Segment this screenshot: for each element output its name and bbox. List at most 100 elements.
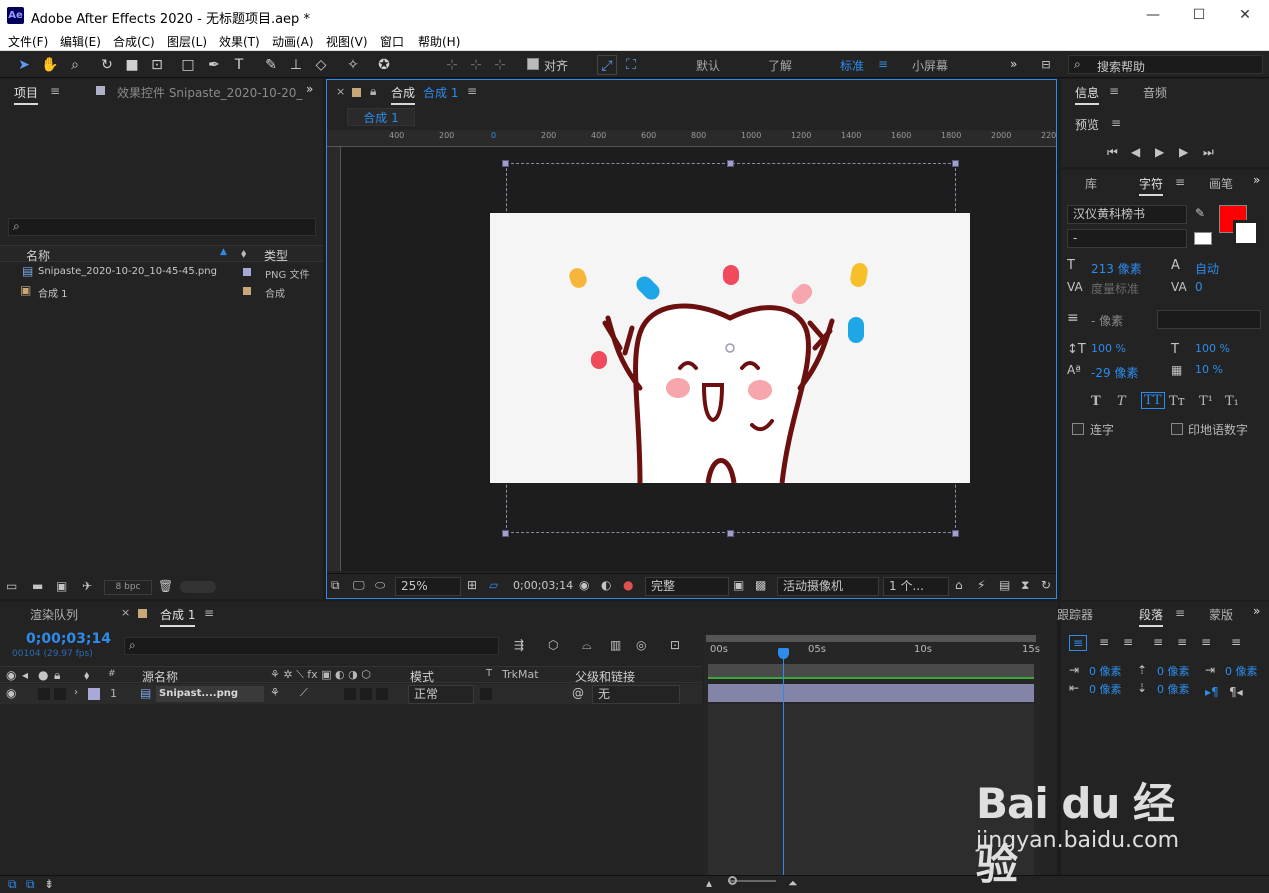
label-color-swatch[interactable] — [243, 268, 251, 276]
column-source-name[interactable]: 源名称 — [142, 668, 178, 685]
thumbnail-slider[interactable] — [180, 581, 216, 593]
project-menu-icon[interactable]: ≡ — [50, 84, 60, 98]
vertical-scale-value[interactable]: 100 % — [1091, 342, 1126, 355]
character-menu-icon[interactable]: ≡ — [1175, 175, 1185, 189]
type-tool-icon[interactable]: T — [229, 55, 249, 75]
tab-project[interactable]: 项目 — [14, 84, 39, 105]
eraser-tool-icon[interactable]: ◇ — [311, 55, 331, 75]
draft-3d-icon[interactable]: ⬡ — [548, 638, 558, 652]
minimize-button[interactable]: — — [1142, 5, 1164, 25]
switch-box[interactable] — [360, 688, 372, 700]
workspace-standard[interactable]: 标准 — [840, 57, 864, 74]
menu-window[interactable]: 窗口 — [380, 33, 404, 50]
previous-frame-icon[interactable]: ◀︎ — [1131, 145, 1140, 159]
playhead-handle[interactable] — [778, 648, 789, 659]
viewer-timecode[interactable]: 0;00;03;14 — [513, 579, 573, 592]
snap-checkbox[interactable] — [527, 58, 539, 70]
timeline-search-input[interactable]: ⌕ — [124, 637, 499, 655]
parent-dropdown[interactable]: 无 — [592, 685, 680, 704]
menu-edit[interactable]: 编辑(E) — [60, 33, 101, 50]
selection-tool-icon[interactable]: ➤ — [14, 55, 34, 75]
delete-icon[interactable]: 🗑 — [158, 579, 173, 593]
tab-audio[interactable]: 音频 — [1143, 84, 1167, 101]
bpc-button[interactable]: 8 bpc — [104, 580, 152, 595]
all-caps-button[interactable]: TT — [1141, 392, 1165, 409]
layer-switches-icon[interactable]: ⧉ — [8, 877, 17, 892]
transfer-controls-icon[interactable]: ⧉ — [26, 877, 35, 892]
audio-icon[interactable]: ◂ — [22, 668, 28, 682]
workspace-default[interactable]: 默认 — [696, 57, 720, 74]
layer-visibility-icon[interactable]: ◉ — [6, 686, 16, 700]
switch-box[interactable] — [376, 688, 388, 700]
lock-icon[interactable]: 🔒︎ — [370, 84, 376, 99]
solo-toggle[interactable] — [38, 688, 50, 700]
faux-italic-button[interactable]: T — [1117, 394, 1126, 409]
snapshot-icon[interactable]: ◉ — [579, 578, 589, 592]
justify-right-icon[interactable]: ≡ — [1197, 635, 1215, 649]
composition-menu-icon[interactable]: ≡ — [467, 84, 477, 98]
snap-features-icon[interactable]: ⛶ — [621, 55, 641, 75]
close-tab-icon[interactable]: × — [121, 606, 130, 619]
zoom-dropdown[interactable]: 25% — [395, 577, 461, 596]
reset-exposure-icon[interactable]: ↻ — [1041, 578, 1051, 592]
info-menu-icon[interactable]: ≡ — [1109, 84, 1119, 98]
monitor-icon[interactable]: 🖵 — [353, 578, 365, 593]
align-right-icon[interactable]: ≡ — [1119, 635, 1137, 649]
workspace-learn[interactable]: 了解 — [768, 57, 792, 74]
transform-handle[interactable] — [952, 160, 959, 167]
toggle-mask-icon[interactable]: ▱ — [489, 578, 498, 592]
default-colors-icon[interactable] — [1194, 232, 1212, 245]
layer-duration-bar[interactable] — [708, 684, 1034, 702]
horizontal-scale-value[interactable]: 100 % — [1195, 342, 1230, 355]
small-caps-button[interactable]: Tт — [1169, 394, 1185, 409]
composition-subtab[interactable]: 合成 1 — [347, 108, 415, 126]
views-dropdown[interactable]: 1 个... — [883, 577, 949, 596]
column-trkmat[interactable]: TrkMat — [502, 668, 539, 681]
tab-character[interactable]: 字符 — [1139, 175, 1164, 196]
paragraph-menu-icon[interactable]: ≡ — [1175, 606, 1185, 620]
tab-timeline-composition[interactable]: 合成 1 — [160, 606, 196, 627]
baseline-shift-value[interactable]: -29 像素 — [1091, 364, 1138, 381]
playhead[interactable] — [783, 648, 784, 875]
region-of-interest-icon[interactable]: ▣ — [733, 578, 744, 592]
menu-view[interactable]: 视图(V) — [326, 33, 368, 50]
composition-mini-flowchart-icon[interactable]: ⇶ — [514, 638, 524, 652]
lock-icon[interactable]: 🔒︎ — [54, 668, 60, 683]
close-tab-icon[interactable]: × — [336, 85, 345, 98]
last-frame-icon[interactable]: ⏭ — [1203, 145, 1214, 160]
expand-arrow-icon[interactable]: › — [74, 687, 78, 698]
camera-dropdown[interactable]: 活动摄像机 — [777, 577, 879, 596]
rotate-tool-icon[interactable]: ↻ — [97, 55, 117, 75]
new-composition-icon[interactable]: ▣ — [56, 579, 67, 593]
always-preview-icon[interactable]: ⧉ — [331, 578, 340, 593]
work-area-bar[interactable] — [706, 635, 1036, 642]
hide-shy-layers-icon[interactable]: ⌓ — [582, 638, 592, 653]
shy-switch-icon[interactable]: ⚘ — [270, 686, 280, 699]
preview-menu-icon[interactable]: ≡ — [1111, 116, 1121, 130]
justify-all-icon[interactable]: ≡ — [1227, 635, 1245, 649]
list-item[interactable]: ▣ 合成 1 合成 — [0, 282, 323, 301]
video-visibility-icon[interactable]: ◉ — [6, 668, 16, 682]
trkmat-toggle[interactable] — [480, 688, 492, 700]
layer-name[interactable]: Snipast....png — [156, 686, 264, 702]
first-frame-icon[interactable]: ⏮ — [1107, 145, 1118, 160]
close-button[interactable]: ✕ — [1234, 5, 1256, 25]
zoom-tool-icon[interactable]: ⌕ — [65, 55, 85, 75]
layout-icon[interactable]: ⌂ — [955, 578, 963, 592]
timeline-icon[interactable]: ▤ — [999, 578, 1010, 592]
rectangle-tool-icon[interactable]: □ — [178, 55, 198, 75]
tab-info[interactable]: 信息 — [1075, 84, 1100, 105]
next-frame-icon[interactable]: ▶︎ — [1179, 145, 1188, 159]
show-snapshot-icon[interactable]: ◐ — [601, 578, 611, 592]
zoom-in-icon[interactable]: ⏶ — [788, 876, 798, 891]
project-settings-icon[interactable]: ✈ — [82, 579, 92, 593]
workspace-menu-icon[interactable]: ≡ — [878, 57, 888, 71]
switch-box[interactable] — [344, 688, 356, 700]
justify-left-icon[interactable]: ≡ — [1149, 635, 1167, 649]
faux-bold-button[interactable]: T — [1091, 394, 1101, 409]
kerning-value[interactable]: 度量标准 — [1091, 280, 1139, 297]
font-family-dropdown[interactable]: 汉仪黄科榜书 — [1067, 205, 1187, 224]
column-parent[interactable]: 父级和链接 — [575, 668, 635, 685]
tab-library[interactable]: 库 — [1085, 175, 1097, 192]
label-tag-icon[interactable]: ⬧ — [84, 668, 89, 683]
